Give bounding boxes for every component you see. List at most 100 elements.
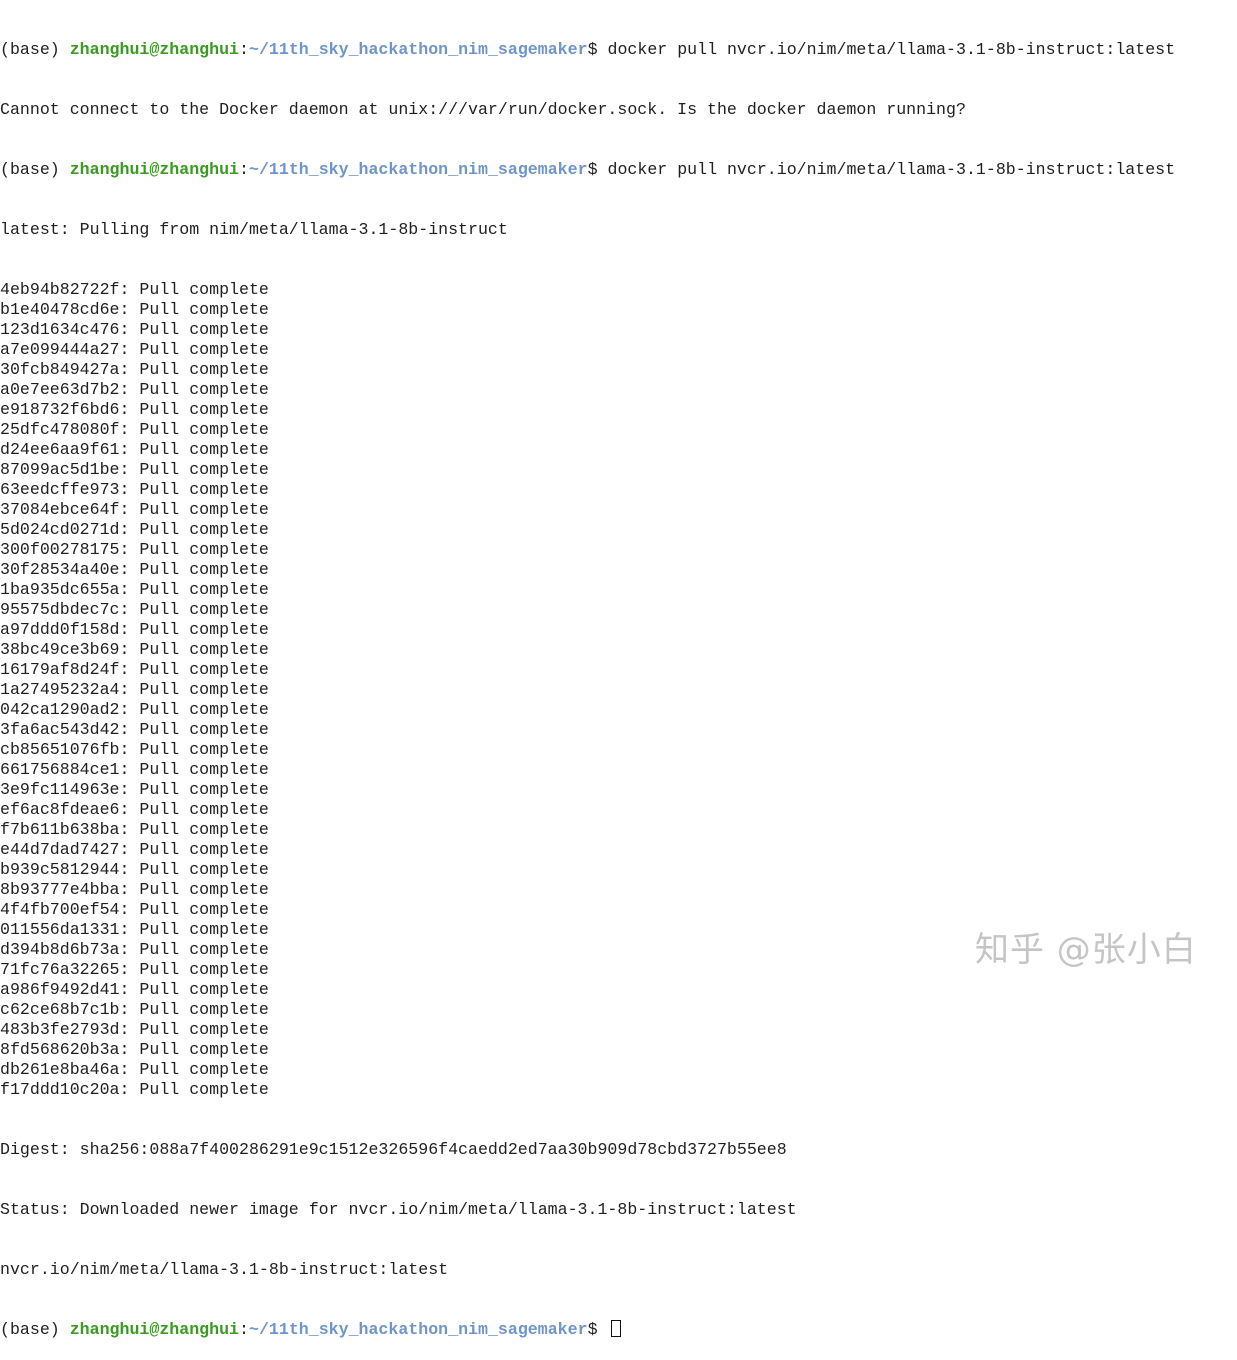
layer-id: a0e7ee63d7b2 bbox=[0, 380, 120, 399]
layer-id: 95575dbdec7c bbox=[0, 600, 120, 619]
layer-row: c62ce68b7c1b: Pull complete bbox=[0, 1000, 1237, 1020]
pulling-message: latest: Pulling from nim/meta/llama-3.1-… bbox=[0, 220, 508, 239]
layer-id: b1e40478cd6e bbox=[0, 300, 120, 319]
layer-status: : Pull complete bbox=[119, 700, 269, 719]
digest-line: Digest: sha256:088a7f400286291e9c1512e32… bbox=[0, 1140, 787, 1159]
layer-row: 8fd568620b3a: Pull complete bbox=[0, 1040, 1237, 1060]
layer-id: ef6ac8fdeae6 bbox=[0, 800, 120, 819]
layer-id: 71fc76a32265 bbox=[0, 960, 120, 979]
layer-id: 300f00278175 bbox=[0, 540, 120, 559]
layer-id: 8fd568620b3a bbox=[0, 1040, 120, 1059]
layer-row: 30f28534a40e: Pull complete bbox=[0, 560, 1237, 580]
prompt-line-1: (base) zhanghui@zhanghui:~/11th_sky_hack… bbox=[0, 40, 1237, 60]
layer-row: e44d7dad7427: Pull complete bbox=[0, 840, 1237, 860]
layer-row: 042ca1290ad2: Pull complete bbox=[0, 700, 1237, 720]
user-host: zhanghui@zhanghui bbox=[69, 160, 240, 179]
layer-row: 4f4fb700ef54: Pull complete bbox=[0, 900, 1237, 920]
text-cursor[interactable] bbox=[611, 1320, 622, 1337]
layer-id: 4f4fb700ef54 bbox=[0, 900, 120, 919]
layer-status: : Pull complete bbox=[119, 400, 269, 419]
layer-id: 1a27495232a4 bbox=[0, 680, 120, 699]
layer-id: f7b611b638ba bbox=[0, 820, 120, 839]
layer-row: e918732f6bd6: Pull complete bbox=[0, 400, 1237, 420]
layer-status: : Pull complete bbox=[119, 840, 269, 859]
layer-status: : Pull complete bbox=[119, 900, 269, 919]
layer-status: : Pull complete bbox=[119, 440, 269, 459]
layer-status: : Pull complete bbox=[119, 920, 269, 939]
layer-status: : Pull complete bbox=[119, 1000, 269, 1019]
layer-id: 1ba935dc655a bbox=[0, 580, 120, 599]
user-host: zhanghui@zhanghui bbox=[69, 1320, 240, 1339]
layer-status: : Pull complete bbox=[119, 540, 269, 559]
layer-row: 8b93777e4bba: Pull complete bbox=[0, 880, 1237, 900]
layer-status: : Pull complete bbox=[119, 600, 269, 619]
prompt-separator: : bbox=[239, 160, 249, 179]
terminal-window[interactable]: (base) zhanghui@zhanghui:~/11th_sky_hack… bbox=[0, 0, 1237, 1339]
layer-status: : Pull complete bbox=[119, 780, 269, 799]
layer-id: a7e099444a27 bbox=[0, 340, 120, 359]
layer-status: : Pull complete bbox=[119, 880, 269, 899]
layer-status: : Pull complete bbox=[119, 640, 269, 659]
layer-id: b939c5812944 bbox=[0, 860, 120, 879]
prompt-separator: : bbox=[239, 40, 249, 59]
layer-status: : Pull complete bbox=[119, 360, 269, 379]
layer-status: : Pull complete bbox=[119, 1020, 269, 1039]
layer-row: db261e8ba46a: Pull complete bbox=[0, 1060, 1237, 1080]
layer-row: d24ee6aa9f61: Pull complete bbox=[0, 440, 1237, 460]
layer-status: : Pull complete bbox=[119, 1080, 269, 1099]
layer-status: : Pull complete bbox=[119, 980, 269, 999]
layer-row: b1e40478cd6e: Pull complete bbox=[0, 300, 1237, 320]
layer-id: 8b93777e4bba bbox=[0, 880, 120, 899]
layer-status: : Pull complete bbox=[119, 480, 269, 499]
layer-row: b939c5812944: Pull complete bbox=[0, 860, 1237, 880]
layer-id: e918732f6bd6 bbox=[0, 400, 120, 419]
layer-status: : Pull complete bbox=[119, 860, 269, 879]
error-message: Cannot connect to the Docker daemon at u… bbox=[0, 100, 966, 119]
layer-id: 4eb94b82722f bbox=[0, 280, 120, 299]
working-directory: ~/11th_sky_hackathon_nim_sagemaker bbox=[248, 160, 588, 179]
layer-id: 042ca1290ad2 bbox=[0, 700, 120, 719]
working-directory: ~/11th_sky_hackathon_nim_sagemaker bbox=[248, 40, 588, 59]
layer-status: : Pull complete bbox=[119, 740, 269, 759]
layer-row: a7e099444a27: Pull complete bbox=[0, 340, 1237, 360]
layer-id: 483b3fe2793d bbox=[0, 1020, 120, 1039]
layer-row: 95575dbdec7c: Pull complete bbox=[0, 600, 1237, 620]
layer-row: 63eedcffe973: Pull complete bbox=[0, 480, 1237, 500]
layer-status: : Pull complete bbox=[119, 420, 269, 439]
layer-status: : Pull complete bbox=[119, 380, 269, 399]
layer-row: 30fcb849427a: Pull complete bbox=[0, 360, 1237, 380]
layer-status: : Pull complete bbox=[119, 560, 269, 579]
layer-id: 30f28534a40e bbox=[0, 560, 120, 579]
layer-id: 30fcb849427a bbox=[0, 360, 120, 379]
layer-row: 3e9fc114963e: Pull complete bbox=[0, 780, 1237, 800]
layer-id: 63eedcffe973 bbox=[0, 480, 120, 499]
layer-row: f7b611b638ba: Pull complete bbox=[0, 820, 1237, 840]
layer-list: 4eb94b82722f : Pull complete b1e40478cd6e:… bbox=[0, 280, 1237, 1100]
zhihu-watermark: 知乎 @张小白 bbox=[975, 930, 1197, 970]
layer-id: 123d1634c476 bbox=[0, 320, 120, 339]
layer-status: : Pull complete bbox=[119, 960, 269, 979]
layer-row: 123d1634c476: Pull complete bbox=[0, 320, 1237, 340]
layer-status: : Pull complete bbox=[119, 760, 269, 779]
layer-id: d394b8d6b73a bbox=[0, 940, 120, 959]
prompt-dollar: $ bbox=[587, 1320, 608, 1339]
layer-id: d24ee6aa9f61 bbox=[0, 440, 120, 459]
command-text: docker pull nvcr.io/nim/meta/llama-3.1-8… bbox=[607, 40, 1176, 59]
layer-row: 25dfc478080f: Pull complete bbox=[0, 420, 1237, 440]
layer-id: db261e8ba46a bbox=[0, 1060, 120, 1079]
layer-status: : Pull complete bbox=[119, 720, 269, 739]
layer-status: : Pull complete bbox=[119, 320, 269, 339]
layer-row: a97ddd0f158d: Pull complete bbox=[0, 620, 1237, 640]
layer-status: : Pull complete bbox=[119, 580, 269, 599]
layer-id: e44d7dad7427 bbox=[0, 840, 120, 859]
layer-row: 3fa6ac543d42: Pull complete bbox=[0, 720, 1237, 740]
user-host: zhanghui@zhanghui bbox=[69, 40, 240, 59]
layer-id: 3e9fc114963e bbox=[0, 780, 120, 799]
layer-status: : Pull complete bbox=[119, 520, 269, 539]
status-line: Status: Downloaded newer image for nvcr.… bbox=[0, 1200, 797, 1219]
layer-row: f17ddd10c20a: Pull complete bbox=[0, 1080, 1237, 1100]
layer-row: 300f00278175: Pull complete bbox=[0, 540, 1237, 560]
layer-row: a986f9492d41: Pull complete bbox=[0, 980, 1237, 1000]
layer-status: : Pull complete bbox=[119, 940, 269, 959]
layer-id: 661756884ce1 bbox=[0, 760, 120, 779]
